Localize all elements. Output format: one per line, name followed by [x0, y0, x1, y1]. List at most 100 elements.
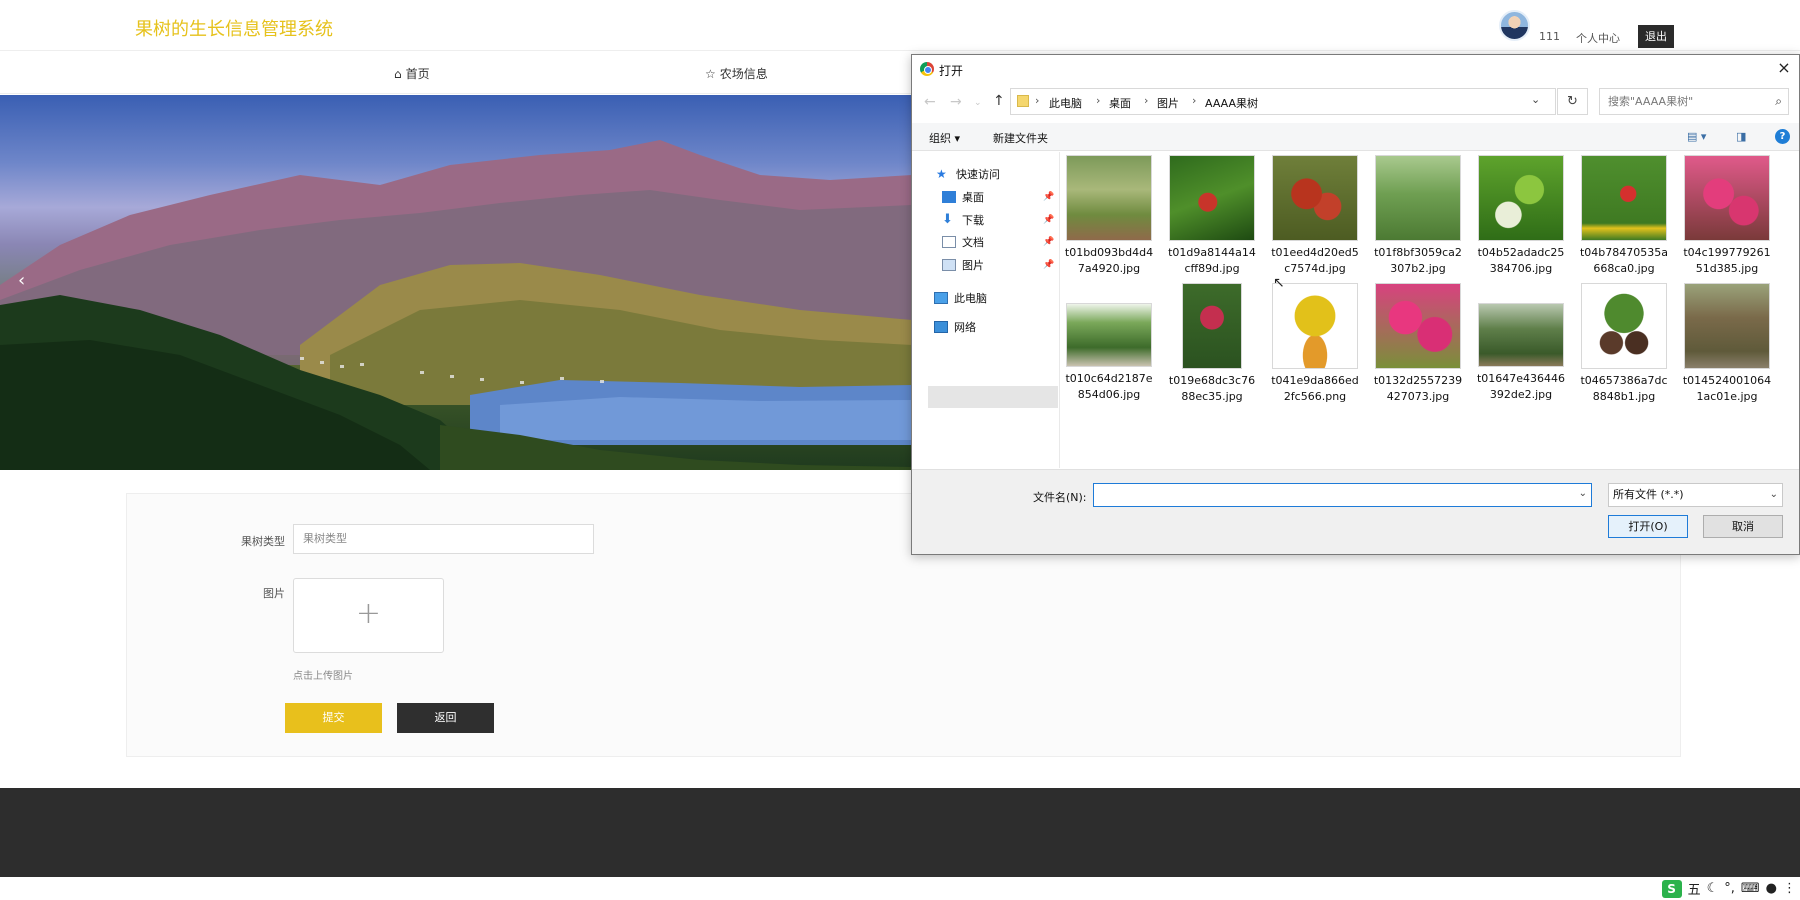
file-open-dialog: 打开 × ← → ⌄ ↑ › 此电脑 › 桌面 › 图片 › AAAA果树 ⌄ …	[911, 54, 1800, 555]
punctuation-icon[interactable]: °,	[1724, 881, 1735, 896]
file-item[interactable]: t04b52adadc25384706.jpg	[1476, 155, 1566, 277]
file-item[interactable]: t01d9a8144a14cff89d.jpg	[1167, 155, 1257, 277]
moon-icon[interactable]: ☾	[1707, 881, 1719, 896]
file-item[interactable]: t041e9da866ed2fc566.png	[1270, 283, 1360, 405]
file-name: t01647e436446392de2.jpg	[1476, 372, 1566, 401]
file-name: t04657386a7dc8848b1.jpg	[1580, 374, 1668, 403]
cancel-button[interactable]: 取消	[1703, 515, 1783, 538]
address-dropdown-icon[interactable]: ⌄	[1531, 93, 1540, 106]
sidebar-item-documents[interactable]: 文档	[942, 234, 984, 250]
sidebar-item-quick-access[interactable]: ★ 快速访问	[936, 166, 1000, 182]
preview-pane-icon[interactable]: ◨	[1736, 130, 1746, 143]
breadcrumb-pictures[interactable]: 图片	[1157, 95, 1179, 111]
breadcrumb-this-pc[interactable]: 此电脑	[1049, 95, 1082, 111]
back-arrow-icon[interactable]: ←	[924, 94, 936, 110]
file-name: t019e68dc3c7688ec35.jpg	[1168, 374, 1256, 403]
file-item[interactable]: t010c64d2187e854d06.jpg	[1064, 283, 1154, 403]
site-title[interactable]: 果树的生长信息管理系统	[135, 15, 333, 41]
more-icon[interactable]: ⋮	[1783, 881, 1796, 896]
sidebar-item-downloads[interactable]: ⬇ 下载	[942, 212, 984, 228]
sidebar-label: 桌面	[962, 191, 984, 204]
fruit-type-input[interactable]: 果树类型	[293, 524, 594, 554]
file-name: t0145240010641ac01e.jpg	[1682, 374, 1772, 403]
sidebar-label: 快速访问	[956, 168, 1000, 181]
file-item[interactable]: t019e68dc3c7688ec35.jpg	[1167, 283, 1257, 405]
recent-dropdown-icon[interactable]: ⌄	[974, 98, 982, 108]
file-item[interactable]: t04b78470535a668ca0.jpg	[1579, 155, 1669, 277]
close-icon[interactable]: ×	[1775, 58, 1793, 77]
file-thumbnail	[1375, 155, 1461, 241]
sidebar-label: 下载	[962, 214, 984, 227]
file-name: t01bd093bd4d47a4920.jpg	[1064, 246, 1154, 275]
new-folder-button[interactable]: 新建文件夹	[993, 130, 1048, 146]
search-input[interactable]: 搜索"AAAA果树" ⌕	[1599, 88, 1789, 115]
filetype-value: 所有文件 (*.*)	[1613, 488, 1684, 501]
forward-arrow-icon[interactable]: →	[950, 94, 962, 110]
file-item[interactable]: t04c19977926151d385.jpg	[1682, 155, 1772, 277]
open-button[interactable]: 打开(O)	[1608, 515, 1688, 538]
file-thumbnail	[1066, 303, 1152, 367]
filename-dropdown-icon[interactable]: ⌄	[1579, 488, 1587, 499]
search-placeholder: 搜索"AAAA果树"	[1608, 95, 1694, 108]
file-item[interactable]: t01bd093bd4d47a4920.jpg	[1064, 155, 1154, 277]
breadcrumb-current-folder[interactable]: AAAA果树	[1205, 95, 1258, 111]
file-thumbnail	[1478, 155, 1564, 241]
image-upload-box[interactable]: +	[293, 578, 444, 653]
user-icon[interactable]: ●	[1766, 881, 1777, 896]
back-button[interactable]: 返回	[397, 703, 494, 733]
organize-menu[interactable]: 组织 ▾	[929, 130, 960, 146]
file-thumbnail	[1684, 155, 1770, 241]
file-name: t041e9da866ed2fc566.png	[1271, 374, 1359, 403]
file-thumbnail	[1169, 155, 1255, 241]
file-thumbnail	[1182, 283, 1242, 369]
filetype-select[interactable]: 所有文件 (*.*) ⌄	[1608, 483, 1783, 507]
sidebar-item-desktop[interactable]: 桌面	[942, 189, 984, 205]
home-icon: ⌂	[394, 66, 402, 81]
submit-button[interactable]: 提交	[285, 703, 382, 733]
sidebar-item-pictures[interactable]: 图片	[942, 257, 984, 273]
file-thumbnail	[1684, 283, 1770, 369]
pin-icon[interactable]: 📌	[1043, 260, 1054, 270]
file-item[interactable]: t01647e436446392de2.jpg	[1476, 283, 1566, 403]
document-icon	[942, 236, 956, 248]
nav-home[interactable]: ⌂ 首页	[394, 65, 430, 82]
view-mode-icon[interactable]: ▤ ▾	[1687, 130, 1706, 143]
help-icon[interactable]: ?	[1775, 129, 1790, 144]
pin-icon[interactable]: 📌	[1043, 192, 1054, 202]
file-item[interactable]: t01f8bf3059ca2307b2.jpg	[1373, 155, 1463, 277]
file-item[interactable]: t04657386a7dc8848b1.jpg	[1579, 283, 1669, 405]
banner-landscape-image	[0, 140, 912, 470]
file-item[interactable]: t01eed4d20ed5c7574d.jpg	[1270, 155, 1360, 277]
sidebar-item-this-pc[interactable]: 此电脑	[934, 290, 987, 306]
sidebar-label: 文档	[962, 236, 984, 249]
sogou-ime-icon[interactable]: S	[1661, 879, 1682, 898]
system-tray: S 五 ☾ °, ⌨ ● ⋮	[1661, 879, 1796, 898]
sidebar-item-network[interactable]: 网络	[934, 319, 976, 335]
nav-farm-info-label: 农场信息	[719, 67, 768, 81]
chevron-down-icon: ⌄	[1769, 489, 1778, 500]
logout-button[interactable]: 退出	[1638, 25, 1674, 48]
image-label: 图片	[263, 587, 285, 600]
ime-mode-label[interactable]: 五	[1688, 879, 1701, 898]
upload-hint: 点击上传图片	[293, 671, 353, 682]
pictures-icon	[942, 259, 956, 271]
pin-icon[interactable]: 📌	[1043, 215, 1054, 225]
user-center-link[interactable]: 个人中心	[1576, 30, 1620, 46]
up-arrow-icon[interactable]: ↑	[993, 93, 1005, 109]
refresh-icon[interactable]: ↻	[1557, 88, 1588, 115]
breadcrumb-desktop[interactable]: 桌面	[1109, 95, 1131, 111]
nav-farm-info[interactable]: ☆ 农场信息	[705, 65, 768, 82]
file-item[interactable]: t0145240010641ac01e.jpg	[1682, 283, 1772, 405]
carousel-prev-arrow[interactable]: ‹	[18, 270, 25, 291]
keyboard-icon[interactable]: ⌨	[1741, 881, 1760, 896]
banner-carousel[interactable]: ‹	[0, 95, 912, 470]
pin-icon[interactable]: 📌	[1043, 237, 1054, 247]
filename-input[interactable]: ⌄	[1093, 483, 1592, 507]
user-name[interactable]: 111	[1539, 30, 1560, 43]
address-bar[interactable]: › 此电脑 › 桌面 › 图片 › AAAA果树 ⌄	[1010, 88, 1556, 115]
sidebar-label: 此电脑	[954, 292, 987, 305]
user-avatar[interactable]	[1499, 10, 1530, 41]
dialog-title: 打开	[939, 64, 964, 78]
dialog-footer: 文件名(N): ⌄ 所有文件 (*.*) ⌄ 打开(O) 取消	[912, 469, 1799, 554]
file-item[interactable]: t0132d2557239427073.jpg	[1373, 283, 1463, 405]
